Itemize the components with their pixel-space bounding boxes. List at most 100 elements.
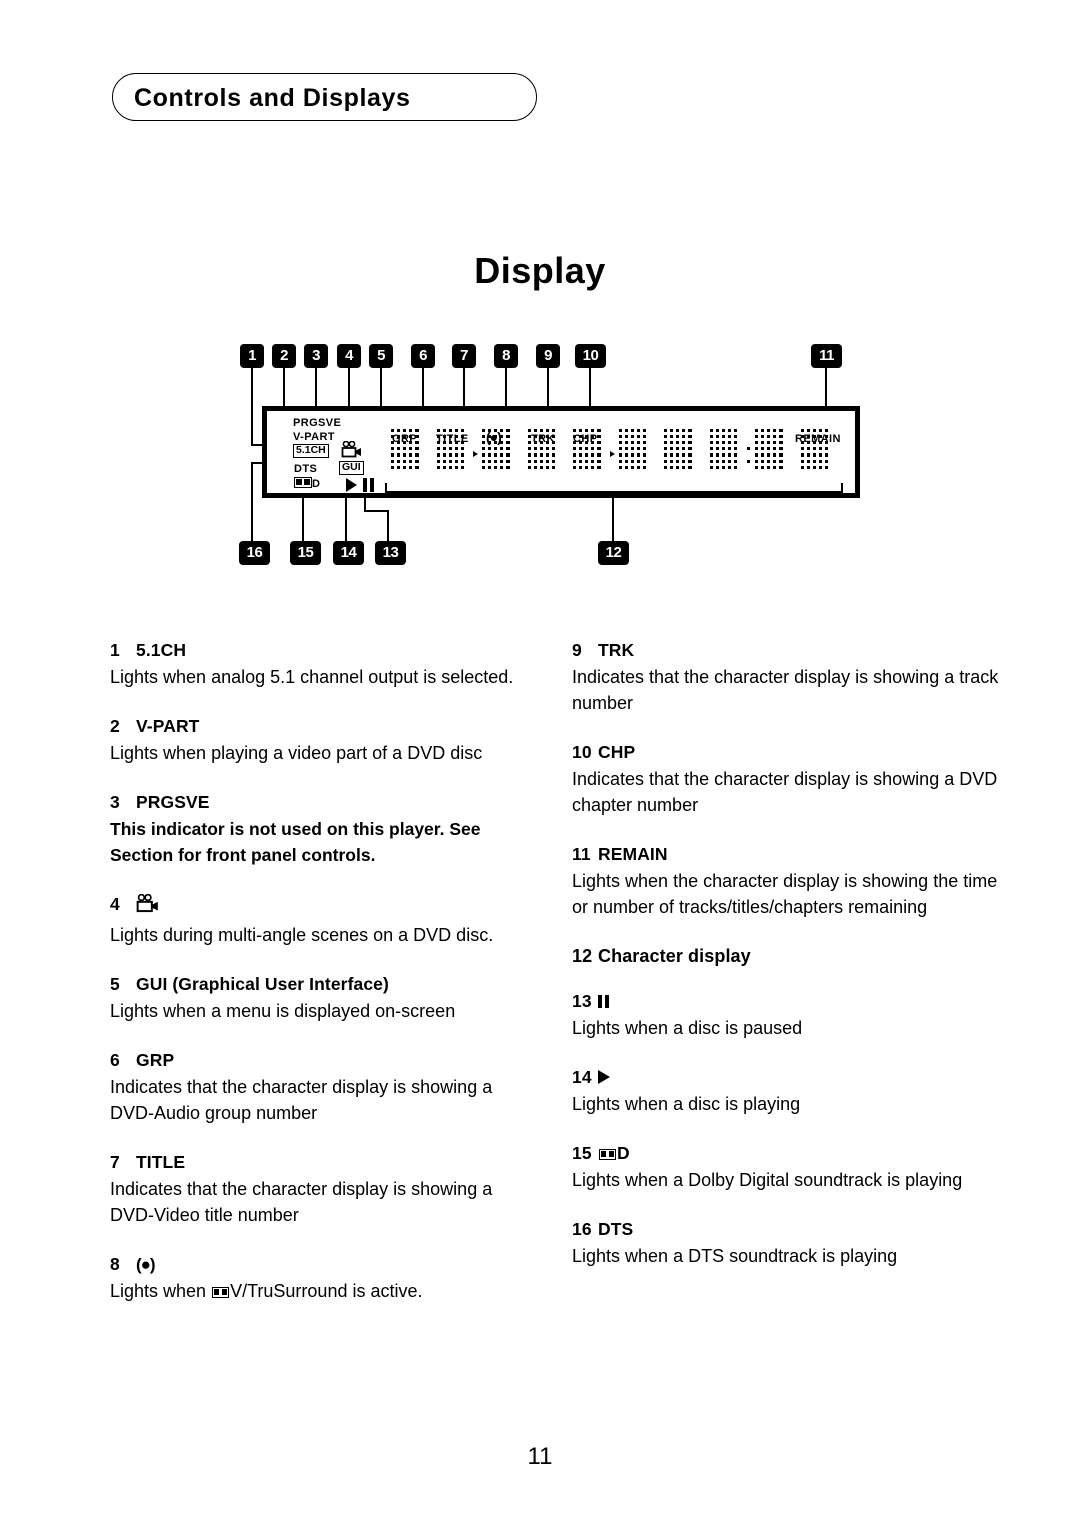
matrix-dot <box>545 465 549 469</box>
entry-12-number: 12 <box>572 946 593 966</box>
matrix-dot <box>539 453 543 457</box>
matrix-dot <box>682 465 686 469</box>
entry-1: 1 5.1CH Lights when analog 5.1 channel ou… <box>110 640 540 690</box>
matrix-dot <box>670 435 674 439</box>
entry-1-title: 5.1CH <box>136 640 187 660</box>
matrix-dot <box>767 435 771 439</box>
matrix-dot <box>539 447 543 451</box>
matrix-dot <box>676 429 680 433</box>
matrix-dot <box>591 459 595 463</box>
matrix-dot <box>533 441 537 445</box>
matrix-dot <box>533 429 537 433</box>
matrix-dot <box>403 447 407 451</box>
matrix-dot <box>630 435 634 439</box>
entry-4-number: 4 <box>110 894 120 914</box>
matrix-dot <box>482 453 486 457</box>
dolby-symbol-icon <box>599 1149 616 1160</box>
matrix-dot <box>506 453 510 457</box>
callout-3: 3 <box>304 344 328 368</box>
matrix-dot <box>682 429 686 433</box>
matrix-dot <box>409 459 413 463</box>
matrix-dot <box>409 441 413 445</box>
matrix-dot <box>630 453 634 457</box>
matrix-dot <box>551 453 556 457</box>
entry-6: 6 GRP Indicates that the character displa… <box>110 1050 540 1126</box>
matrix-dot <box>448 447 452 451</box>
matrix-dot <box>436 429 440 433</box>
matrix-dot <box>727 447 731 451</box>
matrix-dot <box>494 435 498 439</box>
matrix-dot <box>812 459 816 463</box>
entry-4-head: 4 <box>110 893 540 919</box>
matrix-dot <box>727 435 731 439</box>
callout-7: 7 <box>452 344 476 368</box>
matrix-dot <box>573 465 577 469</box>
matrix-dot <box>454 465 458 469</box>
matrix-dot <box>727 465 731 469</box>
entry-10-head: 10 CHP <box>572 742 1002 763</box>
matrix-dot <box>670 441 674 445</box>
segment-separator-arrow <box>473 451 478 457</box>
entry-8-head: 8 (●) <box>110 1254 540 1275</box>
matrix-dot <box>682 453 686 457</box>
matrix-dot <box>391 429 395 433</box>
matrix-dot <box>539 429 543 433</box>
matrix-dot <box>545 429 549 433</box>
matrix-dot <box>397 435 401 439</box>
matrix-dot <box>482 441 486 445</box>
matrix-dot <box>630 447 634 451</box>
matrix-dot <box>585 429 589 433</box>
entry-1-number: 1 <box>110 640 120 660</box>
matrix-dot <box>551 459 556 463</box>
matrix-dot <box>636 441 640 445</box>
matrix-dot <box>403 465 407 469</box>
matrix-dot <box>800 465 804 469</box>
matrix-dot <box>397 465 401 469</box>
matrix-dot <box>670 453 674 457</box>
matrix-dot <box>727 429 731 433</box>
matrix-dot <box>597 453 601 457</box>
matrix-dot <box>779 459 783 463</box>
matrix-dot <box>624 459 628 463</box>
entry-1-body: Lights when analog 5.1 channel output is… <box>110 667 514 687</box>
matrix-dot <box>585 441 589 445</box>
entry-1-head: 1 5.1CH <box>110 640 540 661</box>
entry-3-title: PRGSVE <box>136 792 210 812</box>
matrix-dot <box>709 447 713 451</box>
matrix-dot <box>585 435 589 439</box>
entry-16-head: 16 DTS <box>572 1219 1002 1240</box>
matrix-dot <box>494 453 498 457</box>
matrix-dot <box>415 429 419 433</box>
matrix-dot <box>618 465 622 469</box>
matrix-dot <box>755 447 759 451</box>
matrix-dot <box>761 459 765 463</box>
leader-line-13b <box>364 510 389 512</box>
entry-5-head: 5 GUI (Graphical User Interface) <box>110 974 540 995</box>
matrix-dot <box>500 459 504 463</box>
character-cell <box>391 429 425 481</box>
matrix-dot <box>579 447 583 451</box>
matrix-dot <box>506 465 510 469</box>
matrix-dot <box>721 441 725 445</box>
matrix-dot <box>533 453 537 457</box>
callout-8: 8 <box>494 344 518 368</box>
matrix-dot <box>664 435 668 439</box>
matrix-dot <box>460 447 465 451</box>
matrix-dot <box>733 453 738 457</box>
matrix-dot <box>597 465 601 469</box>
matrix-dot <box>773 447 777 451</box>
matrix-dot <box>733 459 738 463</box>
matrix-dot <box>579 465 583 469</box>
matrix-dot <box>624 453 628 457</box>
entry-7-head: 7 TITLE <box>110 1152 540 1173</box>
matrix-dot <box>442 453 446 457</box>
matrix-dot <box>618 441 622 445</box>
matrix-dot <box>573 447 577 451</box>
matrix-dot <box>573 453 577 457</box>
callout-5: 5 <box>369 344 393 368</box>
matrix-dot <box>551 441 556 445</box>
matrix-dot <box>597 459 601 463</box>
matrix-dot <box>551 465 556 469</box>
matrix-dot <box>597 441 601 445</box>
callout-10: 10 <box>575 344 606 368</box>
